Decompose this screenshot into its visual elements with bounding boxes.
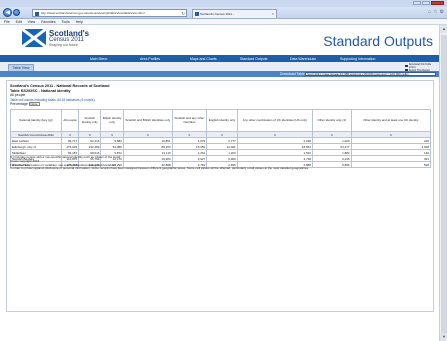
table-panel: Scotland's Census 2011 - National Record… <box>6 80 434 312</box>
close-window-button[interactable] <box>431 1 444 5</box>
logo-tagline: Shaping our future <box>49 43 78 47</box>
selection-dropdown[interactable]: Scotl 2011 | idea (image 10,380 columns … <box>305 72 436 76</box>
view-tab-row: Table View Download this Table (CSV) Exp… <box>0 62 439 72</box>
menu-favorites[interactable]: Favorites <box>41 20 55 24</box>
page-heading: Standard Outputs <box>323 33 433 49</box>
menu-tools[interactable]: Tools <box>62 20 70 24</box>
web-page: Scotland's Census 2011 Shaping our futur… <box>0 25 439 341</box>
column-header-national-identity[interactable]: National Identity (key (g)) <box>10 109 62 132</box>
tab-table-view[interactable]: Table View <box>8 64 34 71</box>
column-header[interactable]: Other identity and at least one UK ident… <box>350 109 432 132</box>
saltire-flag-icon <box>22 29 46 47</box>
table-header-row: National Identity (key (g)) All people S… <box>10 109 432 132</box>
table-id: Table KS202SC - National identity <box>10 88 71 93</box>
nav-area-profiles[interactable]: Area Profiles <box>140 57 190 61</box>
tab-close-icon[interactable]: × <box>272 11 274 16</box>
browser-navbar: ◀ http://www.scotlandscensus.gov.uk/ods-… <box>0 7 447 19</box>
column-header[interactable]: Scottish and British identities only <box>122 109 173 132</box>
home-icon[interactable]: ⌂ <box>428 9 431 15</box>
column-header[interactable]: Any other combination of UK identities (… <box>236 109 313 132</box>
table-title: Scotland's Census 2011 - National Record… <box>10 84 110 88</box>
percentage-control: Percentage None <box>10 102 40 106</box>
column-header[interactable]: British identity only <box>100 109 124 132</box>
scroll-up-arrow-icon[interactable]: ▲ <box>440 25 447 33</box>
menu-help[interactable]: Help <box>76 20 83 24</box>
nav-main-menu[interactable]: Main Menu <box>90 57 140 61</box>
nav-standard-outputs[interactable]: Standard Outputs <box>240 57 290 61</box>
refresh-icon[interactable]: ↻ <box>182 11 185 16</box>
minimize-button[interactable] <box>413 1 421 5</box>
table-content-area: Scotland's Census 2011 - National Record… <box>0 77 439 317</box>
scroll-thumb[interactable] <box>441 35 447 335</box>
percentage-label: Percentage <box>10 102 28 106</box>
window-controls <box>413 1 444 5</box>
nav-data-warehouse[interactable]: Data Warehouse <box>290 57 340 61</box>
nav-maps-and-charts[interactable]: Maps and Charts <box>190 57 240 61</box>
menu-view[interactable]: View <box>28 20 36 24</box>
browser-toolbar: ⌂ ☆ ⚙ <box>428 9 444 15</box>
main-navigation: Main Menu Area Profiles Maps and Charts … <box>0 55 439 62</box>
tab-favicon-icon <box>195 12 199 16</box>
site-favicon-icon <box>34 11 39 16</box>
percentage-select[interactable]: None <box>28 102 40 106</box>
column-header[interactable]: Scottish and any other identities <box>171 109 208 132</box>
browser-tab[interactable]: Scotland's Census 2011 - × <box>192 9 277 18</box>
back-arrow-icon: ◀ <box>5 10 11 16</box>
census-logo[interactable]: Scotland's Census 2011 Shaping our futur… <box>22 29 142 51</box>
column-header[interactable]: Other identity only (1) <box>311 109 352 132</box>
table-note-link[interactable]: Table cell counts including totals. All … <box>10 98 95 102</box>
favorites-star-icon[interactable]: ☆ <box>433 9 437 15</box>
table-population: All people <box>10 93 26 97</box>
vertical-scrollbar[interactable]: ▲ ▼ <box>439 25 447 341</box>
nav-supporting-information[interactable]: Supporting Information <box>340 57 390 61</box>
column-header[interactable]: English identity only <box>206 109 238 132</box>
column-header[interactable]: Scottish identity only <box>78 109 102 132</box>
back-button[interactable]: ◀ <box>3 8 12 17</box>
forward-button[interactable] <box>13 9 20 16</box>
tab-title: Scotland's Census 2011 - <box>200 12 234 16</box>
menu-file[interactable]: File <box>4 20 10 24</box>
column-header[interactable]: All people <box>60 109 80 132</box>
footnote: In order to protect against disclosure o… <box>10 167 309 171</box>
selection-label: Download Table <box>280 72 305 76</box>
table-footnotes: (1) Includes people with a non-specific … <box>10 156 430 171</box>
download-icon <box>405 64 408 68</box>
window-titlebar <box>0 0 447 7</box>
scroll-down-arrow-icon[interactable]: ▼ <box>440 333 447 341</box>
settings-gear-icon[interactable]: ⚙ <box>440 9 444 15</box>
address-bar[interactable]: http://www.scotlandscensus.gov.uk/ods-an… <box>32 9 187 17</box>
menu-edit[interactable]: Edit <box>16 20 22 24</box>
maximize-button[interactable] <box>422 1 430 5</box>
address-text: http://www.scotlandscensus.gov.uk/ods-an… <box>41 11 145 15</box>
